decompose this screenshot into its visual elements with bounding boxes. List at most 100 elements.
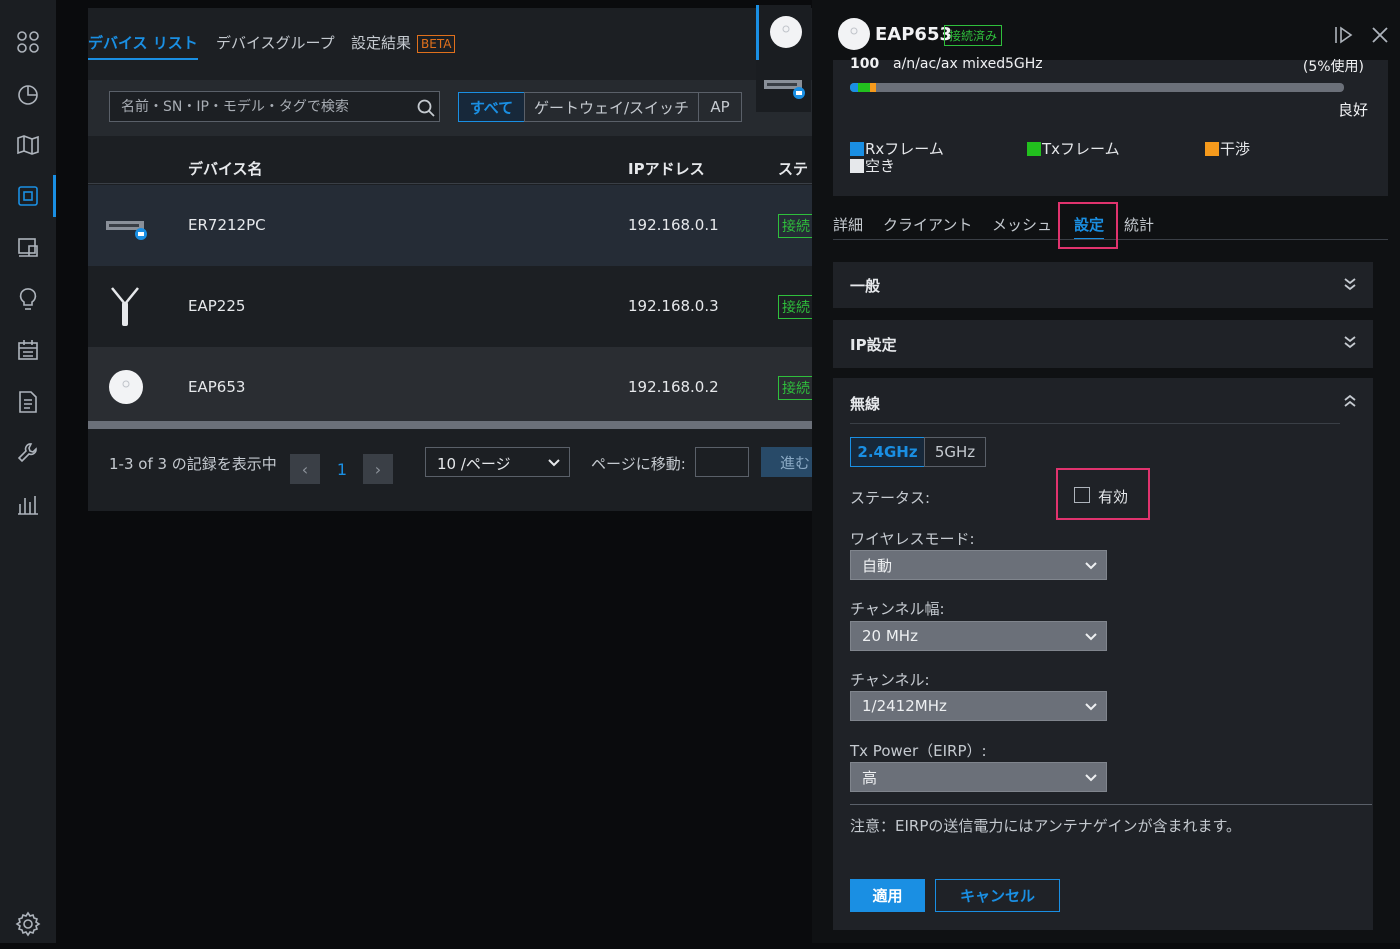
- section-ip-title: IP設定: [850, 336, 897, 354]
- interference-swatch: [1205, 141, 1219, 156]
- channel-usage: (5%使用): [1302, 59, 1364, 75]
- channel-mode: a/n/ac/ax mixed: [893, 56, 1006, 72]
- chevron-double-down-icon[interactable]: [1343, 335, 1357, 349]
- highlight-box-settings: [1058, 202, 1118, 249]
- chevron-double-down-icon[interactable]: [1343, 277, 1357, 291]
- search-input[interactable]: [109, 91, 440, 122]
- tx-swatch: [1027, 141, 1041, 156]
- divider: [850, 804, 1372, 805]
- filter-all[interactable]: すべて: [458, 92, 525, 122]
- column-header-status[interactable]: ステ: [778, 158, 808, 179]
- device-name[interactable]: ER7212PC: [188, 216, 266, 234]
- sidebar-item-insights[interactable]: [0, 222, 56, 272]
- sidebar-item-tools[interactable]: [0, 428, 56, 478]
- search-icon[interactable]: [417, 99, 435, 117]
- sidebar-item-logs[interactable]: [0, 325, 56, 375]
- legend-free-label: 空き: [865, 157, 896, 175]
- interference-segment: [870, 83, 876, 92]
- ceiling-ap-icon: [838, 18, 870, 50]
- wireless-mode-value: 自動: [862, 556, 893, 575]
- collapse-panel-icon[interactable]: [1334, 26, 1354, 44]
- divider: [88, 183, 812, 184]
- channel-number: 100: [850, 56, 880, 72]
- column-header-name[interactable]: デバイス名: [188, 158, 263, 179]
- wireless-mode-select[interactable]: 自動: [850, 550, 1107, 580]
- sidebar-item-devices[interactable]: [0, 171, 56, 221]
- main-content: デバイス リスト デバイスグループ 設定結果 BETA すべて ゲートウェイ/スイ…: [56, 0, 823, 943]
- chevron-down-icon: [1085, 774, 1097, 782]
- next-page-button[interactable]: ›: [363, 454, 393, 484]
- close-icon[interactable]: [1371, 26, 1389, 44]
- filter-gateway-switch[interactable]: ゲートウェイ/スイッチ: [524, 92, 699, 122]
- sidebar-item-statistics[interactable]: [0, 69, 56, 119]
- column-header-ip[interactable]: IPアドレス: [628, 158, 705, 179]
- tx-segment: [858, 83, 870, 92]
- sidebar-item-reports[interactable]: [0, 377, 56, 427]
- tab-config-result-label: 設定結果: [351, 34, 412, 52]
- tx-power-value: 高: [862, 768, 878, 787]
- tab-config-result[interactable]: 設定結果 BETA: [351, 32, 456, 53]
- tab-device-list[interactable]: デバイス リスト: [88, 32, 198, 60]
- tab-clients[interactable]: クライアント: [883, 214, 972, 235]
- page-number[interactable]: 1: [327, 454, 357, 484]
- tab-details[interactable]: 詳細: [833, 214, 863, 235]
- panel-device-name: EAP653: [875, 24, 952, 45]
- tx-power-select[interactable]: 高: [850, 762, 1107, 792]
- sidebar-item-alerts[interactable]: [0, 274, 56, 324]
- per-page-select[interactable]: 10 /ページ: [425, 447, 570, 477]
- wrench-icon: [17, 443, 37, 463]
- horizontal-scrollbar[interactable]: [88, 421, 812, 429]
- map-icon: [17, 135, 39, 155]
- document-icon: [19, 391, 37, 413]
- channel-select[interactable]: 1/2412MHz: [850, 691, 1107, 721]
- device-thumbnail[interactable]: [756, 60, 811, 112]
- panel-header: EAP653 接続済み: [812, 0, 1400, 60]
- device-list-card: デバイス リスト デバイスグループ 設定結果 BETA すべて ゲートウェイ/スイ…: [88, 8, 814, 511]
- device-name[interactable]: EAP653: [188, 378, 245, 396]
- legend-interference-label: 干渉: [1220, 140, 1251, 158]
- go-button[interactable]: 進む: [761, 447, 812, 477]
- filter-ap[interactable]: AP: [698, 92, 742, 122]
- goto-page-input[interactable]: [695, 447, 749, 477]
- sidebar-item-map[interactable]: [0, 120, 56, 170]
- status-badge: 接続: [778, 295, 814, 319]
- table-row[interactable]: EAP653 192.168.0.2 接続: [88, 347, 814, 428]
- legend-tx-label: Txフレーム: [1042, 140, 1120, 158]
- status-label: ステータス:: [850, 489, 931, 507]
- tab-mesh[interactable]: メッシュ: [992, 214, 1052, 235]
- prev-page-button[interactable]: ‹: [290, 454, 320, 484]
- beta-badge: BETA: [417, 35, 456, 53]
- section-general[interactable]: 一般: [833, 262, 1373, 308]
- table-row[interactable]: ER7212PC 192.168.0.1 接続: [88, 185, 814, 266]
- router-icon: [106, 221, 147, 240]
- tab-stats[interactable]: 統計: [1124, 214, 1154, 235]
- channel-value: 1/2412MHz: [862, 697, 947, 715]
- tab-device-group[interactable]: デバイスグループ: [216, 32, 335, 53]
- legend-tx: Txフレーム: [1027, 138, 1120, 159]
- apply-button[interactable]: 適用: [850, 879, 925, 912]
- cancel-button[interactable]: キャンセル: [935, 879, 1060, 912]
- section-ip-settings[interactable]: IP設定: [833, 320, 1373, 368]
- rx-swatch: [850, 141, 864, 156]
- sidebar-item-settings[interactable]: [0, 899, 56, 949]
- band-5ghz[interactable]: 5GHz: [924, 437, 986, 467]
- channel-width-select[interactable]: 20 MHz: [850, 621, 1107, 651]
- gear-icon: [15, 911, 41, 937]
- chevron-double-up-icon[interactable]: [1343, 394, 1357, 408]
- sidebar-item-analytics[interactable]: [0, 480, 56, 530]
- sidebar: [0, 0, 56, 943]
- bar-chart-icon: [18, 496, 38, 515]
- legend-interference: 干渉: [1205, 138, 1250, 159]
- monitor-icon: [18, 238, 38, 257]
- chevron-down-icon: [1085, 703, 1097, 711]
- goto-label: ページに移動:: [591, 455, 686, 473]
- selected-device-thumbnail[interactable]: [756, 5, 811, 60]
- sidebar-item-dashboard[interactable]: [0, 17, 56, 67]
- device-ip: 192.168.0.3: [628, 297, 719, 315]
- table-row[interactable]: EAP225 192.168.0.3 接続: [88, 266, 814, 347]
- chevron-down-icon: [548, 459, 560, 467]
- device-name[interactable]: EAP225: [188, 297, 245, 315]
- band-24ghz[interactable]: 2.4GHz: [850, 437, 925, 467]
- device-ip: 192.168.0.1: [628, 216, 719, 234]
- status-badge: 接続: [778, 376, 814, 400]
